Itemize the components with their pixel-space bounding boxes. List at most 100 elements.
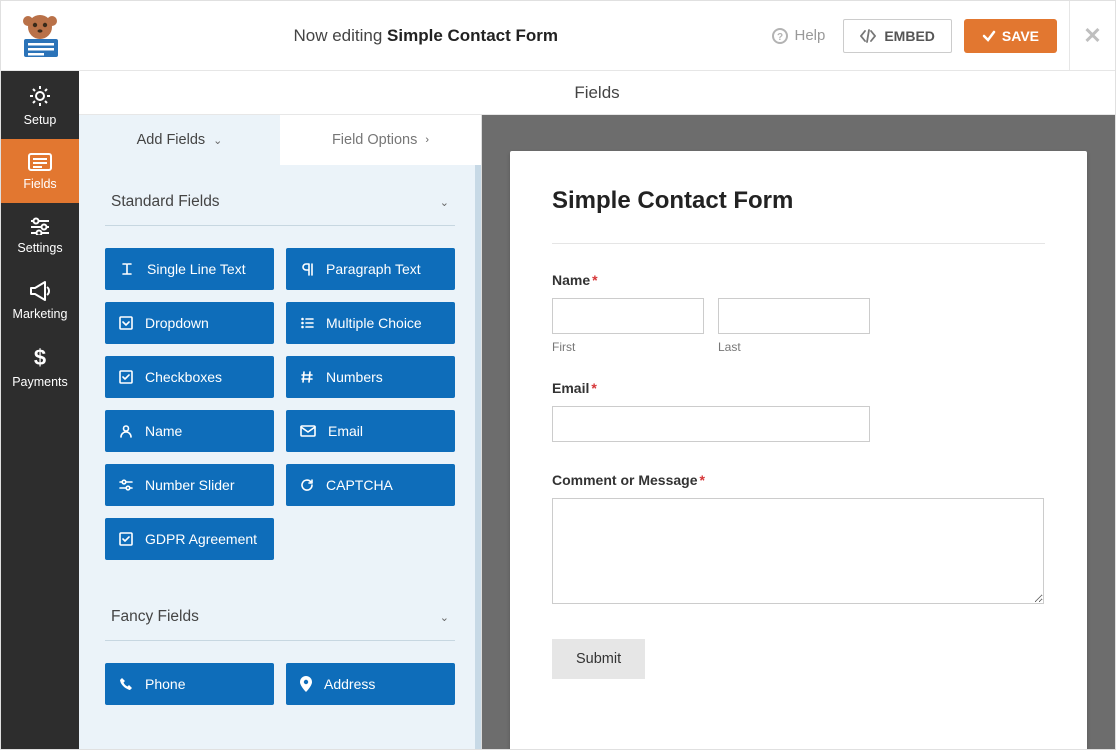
svg-text:?: ? [777, 32, 783, 43]
preview-area: Simple Contact Form Name* First Last [482, 115, 1115, 749]
caret-square-icon [119, 316, 133, 330]
field-label: Multiple Choice [326, 315, 422, 331]
field-label: CAPTCHA [326, 477, 393, 493]
topbar-actions: ? Help EMBED SAVE [772, 19, 1069, 53]
mid-header: Fields [79, 71, 1115, 115]
now-editing-prefix: Now editing [293, 26, 387, 45]
field-type-name[interactable]: Name [105, 410, 274, 452]
editing-title: Now editing Simple Contact Form [79, 26, 772, 46]
embed-label: EMBED [884, 28, 935, 44]
list-ul-icon [300, 316, 314, 330]
nav-marketing[interactable]: Marketing [1, 267, 79, 333]
last-name-input[interactable] [718, 298, 870, 334]
chevron-down-icon: ⌄ [440, 611, 449, 624]
field-message[interactable]: Comment or Message* [552, 472, 1045, 639]
required-mark: * [592, 272, 597, 288]
message-label: Comment or Message* [552, 472, 1045, 488]
phone-icon [119, 677, 133, 691]
map-marker-icon [300, 676, 312, 692]
field-type-multiple-choice[interactable]: Multiple Choice [286, 302, 455, 344]
field-label: Name [145, 423, 182, 439]
required-mark: * [699, 472, 704, 488]
chevron-right-icon: › [425, 134, 429, 146]
dollar-icon: $ [5, 347, 75, 369]
envelope-icon [300, 425, 316, 437]
tab-add-fields[interactable]: Add Fields ⌄ [79, 115, 280, 165]
user-icon [119, 424, 133, 438]
mid-body: Add Fields ⌄ Field Options › Standard Fi… [79, 115, 1115, 749]
field-type-email[interactable]: Email [286, 410, 455, 452]
panel-scroll[interactable]: Standard Fields ⌄ Single Line Text Paragr… [79, 165, 481, 749]
tab-label: Field Options [332, 132, 417, 148]
standard-fields-grid: Single Line Text Paragraph Text Dropdown Mu… [105, 226, 455, 560]
nav-label: Payments [12, 375, 68, 389]
last-sublabel: Last [718, 340, 870, 354]
submit-button[interactable]: Submit [552, 639, 645, 679]
nav-label: Settings [17, 241, 62, 255]
form-title: Simple Contact Form [552, 187, 1045, 244]
field-label: GDPR Agreement [145, 531, 257, 547]
bullhorn-icon [5, 281, 75, 301]
preview-form-card: Simple Contact Form Name* First Last [510, 151, 1087, 749]
message-textarea[interactable] [552, 498, 1044, 604]
first-sublabel: First [552, 340, 704, 354]
field-name[interactable]: Name* First Last [552, 272, 1045, 354]
email-input[interactable] [552, 406, 870, 442]
embed-button[interactable]: EMBED [843, 19, 952, 53]
sliders-icon [119, 478, 133, 492]
nav-payments[interactable]: $ Payments [1, 333, 79, 401]
nav-label: Marketing [13, 307, 68, 321]
help-icon: ? [772, 28, 788, 44]
field-label: Numbers [326, 369, 383, 385]
field-type-numbers[interactable]: Numbers [286, 356, 455, 398]
main: Setup Fields Settings Marketing $ Paymen… [1, 71, 1115, 749]
section-label: Fancy Fields [111, 608, 199, 626]
tab-field-options[interactable]: Field Options › [280, 115, 481, 165]
section-label: Standard Fields [111, 193, 220, 211]
nav-settings[interactable]: Settings [1, 203, 79, 267]
field-type-checkboxes[interactable]: Checkboxes [105, 356, 274, 398]
field-type-address[interactable]: Address [286, 663, 455, 705]
field-type-phone[interactable]: Phone [105, 663, 274, 705]
field-type-gdpr-agreement[interactable]: GDPR Agreement [105, 518, 274, 560]
close-button[interactable]: ✕ [1069, 1, 1115, 71]
svg-text:$: $ [34, 347, 46, 369]
chevron-down-icon: ⌄ [440, 196, 449, 209]
nav-label: Fields [23, 177, 56, 191]
close-icon: ✕ [1083, 23, 1101, 49]
text-cursor-icon [119, 262, 135, 276]
field-type-captcha[interactable]: CAPTCHA [286, 464, 455, 506]
field-type-dropdown[interactable]: Dropdown [105, 302, 274, 344]
logo [1, 13, 79, 59]
first-name-input[interactable] [552, 298, 704, 334]
nav-fields[interactable]: Fields [1, 139, 79, 203]
section-fancy-fields[interactable]: Fancy Fields ⌄ [105, 580, 455, 641]
field-type-paragraph-text[interactable]: Paragraph Text [286, 248, 455, 290]
field-label: Number Slider [145, 477, 234, 493]
field-type-number-slider[interactable]: Number Slider [105, 464, 274, 506]
save-label: SAVE [1002, 28, 1039, 44]
field-label: Phone [145, 676, 185, 692]
save-button[interactable]: SAVE [964, 19, 1057, 53]
chevron-down-icon: ⌄ [213, 134, 222, 147]
field-email[interactable]: Email* [552, 380, 1045, 472]
refresh-icon [300, 478, 314, 492]
field-label: Checkboxes [145, 369, 222, 385]
sliders-icon [5, 217, 75, 235]
section-standard-fields[interactable]: Standard Fields ⌄ [105, 165, 455, 226]
mid-column: Fields Add Fields ⌄ Field Options › [79, 71, 1115, 749]
gear-icon [5, 85, 75, 107]
list-icon [5, 153, 75, 171]
help-link[interactable]: ? Help [772, 27, 825, 44]
embed-icon [860, 29, 876, 43]
field-label: Address [324, 676, 375, 692]
mid-header-label: Fields [574, 83, 619, 103]
topbar: Now editing Simple Contact Form ? Help E… [1, 1, 1115, 71]
nav-setup[interactable]: Setup [1, 71, 79, 139]
nav-label: Setup [24, 113, 57, 127]
paragraph-icon [300, 262, 314, 276]
field-label: Paragraph Text [326, 261, 421, 277]
form-name: Simple Contact Form [387, 26, 558, 45]
wpforms-logo-icon [14, 13, 66, 59]
field-type-single-line-text[interactable]: Single Line Text [105, 248, 274, 290]
